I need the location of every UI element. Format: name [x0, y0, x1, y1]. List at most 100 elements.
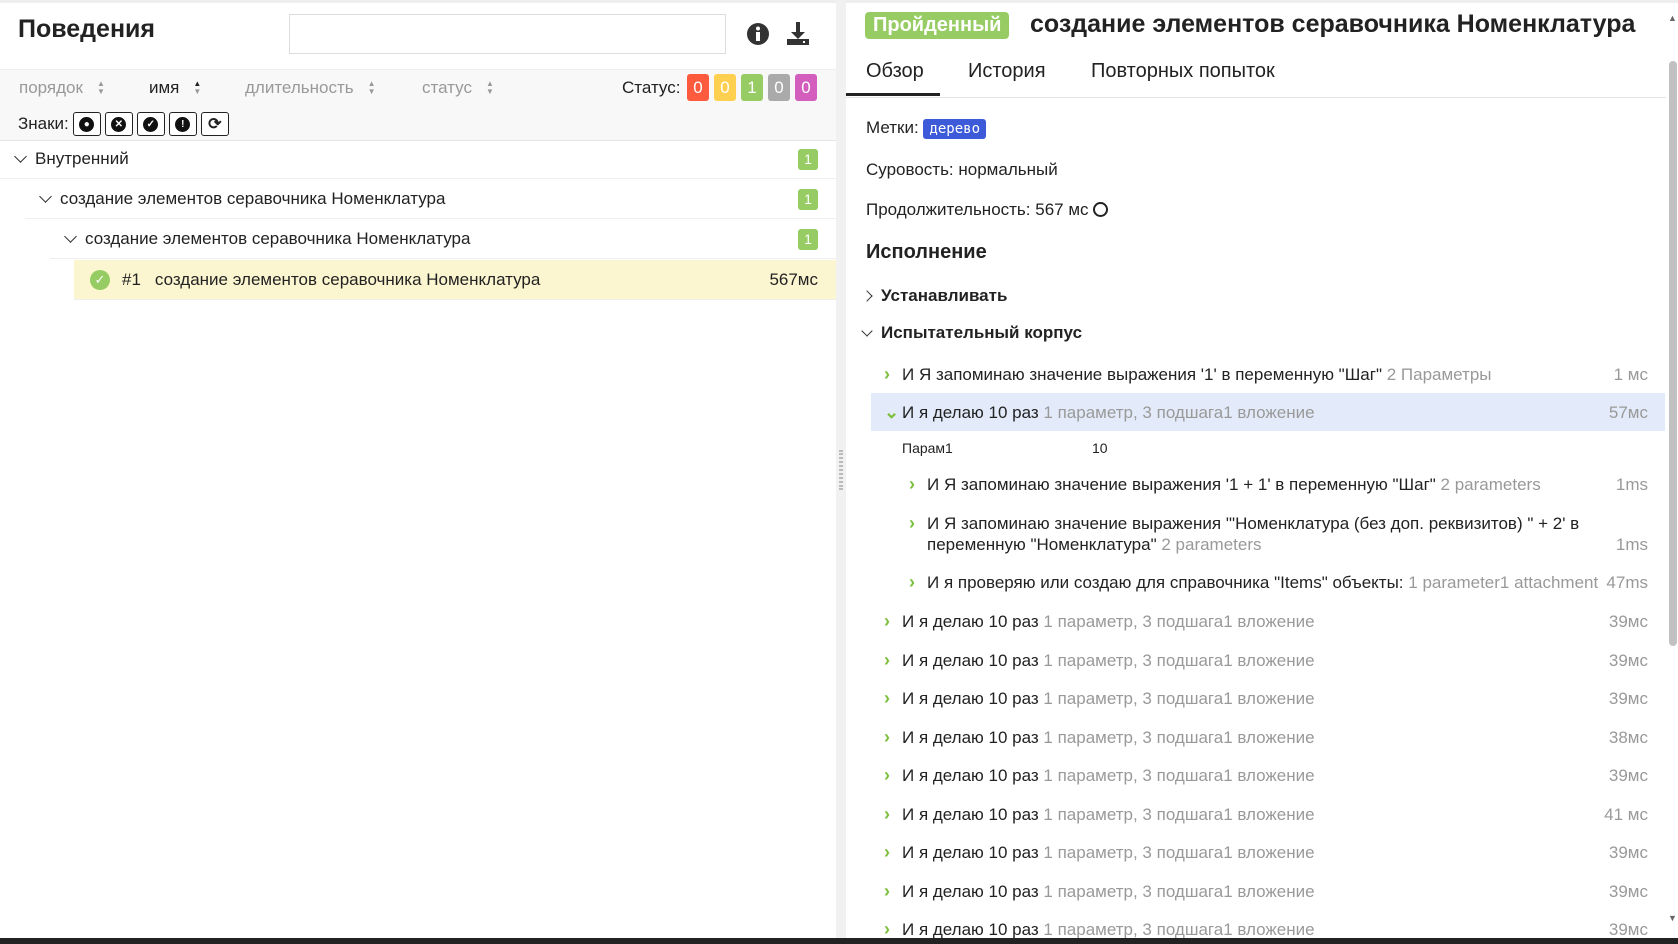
sort-name[interactable]: имя ▲ ▼ — [149, 78, 201, 98]
status-passed[interactable]: 1 — [741, 74, 763, 101]
step-name: И я проверяю или создаю для справочника … — [927, 573, 1404, 592]
step-duration: 1ms — [1615, 475, 1648, 494]
status-failed[interactable]: 0 — [687, 74, 709, 101]
sort-icon: ▲ ▼ — [193, 79, 202, 96]
sort-icon: ▲ ▼ — [485, 79, 494, 96]
chevron-down-icon — [39, 190, 52, 203]
marks-filter: Знаки: ● ✕ ✓ ! ⟳ — [18, 112, 229, 136]
section-label: Устанавливать — [881, 286, 1008, 305]
setup-section[interactable]: Устанавливать — [861, 286, 1008, 306]
sort-status[interactable]: статус ▲ ▼ — [422, 78, 494, 98]
sort-label: длительность — [245, 78, 354, 97]
step-duration: 39мс — [1608, 612, 1648, 631]
tree-group[interactable]: Внутренний 1 — [0, 139, 836, 179]
step-row-expanded[interactable]: ⌄ И я делаю 10 раз 1 параметр, 3 подшага1… — [884, 402, 1648, 423]
param-name: Парам1 — [902, 440, 953, 456]
step-row[interactable]: › И я делаю 10 раз 1 параметр, 3 подшага1… — [884, 919, 1648, 940]
substep-row[interactable]: › И Я запоминаю значение выражения '"Номе… — [909, 513, 1648, 555]
sort-order[interactable]: порядок ▲ ▼ — [19, 78, 105, 98]
info-icon[interactable] — [745, 21, 771, 47]
status-skipped[interactable]: 0 — [768, 74, 790, 101]
chevron-right-icon: › — [884, 726, 890, 747]
execution-heading: Исполнение — [866, 241, 987, 263]
step-name: И я делаю 10 раз — [902, 766, 1039, 785]
step-meta: 1 параметр, 3 подшага1 вложение — [1043, 727, 1315, 747]
check-mark-icon[interactable]: ✓ — [136, 112, 165, 136]
sort-icon: ▲ ▼ — [367, 79, 376, 96]
step-row[interactable]: › И я делаю 10 раз 1 параметр, 3 подшага1… — [884, 842, 1648, 863]
step-row[interactable]: › И я делаю 10 раз 1 параметр, 3 подшага1… — [884, 611, 1648, 632]
step-row[interactable]: › И я делаю 10 раз 1 параметр, 3 подшага1… — [884, 881, 1648, 902]
step-name: И я делаю 10 раз — [902, 881, 1039, 901]
step-meta: 1 параметр, 3 подшага1 вложение — [1043, 612, 1315, 631]
tree-group[interactable]: создание элементов серавочника Номенклат… — [25, 179, 836, 219]
chevron-right-icon — [861, 290, 873, 302]
tabs: Обзор История Повторных попыток — [846, 53, 1666, 98]
bomb-icon[interactable]: ● — [72, 112, 101, 136]
duration: Продолжительность: 567 мс — [866, 200, 1089, 219]
step-row[interactable]: › И я делаю 10 раз 1 параметр, 3 подшага1… — [884, 804, 1648, 825]
substep-row[interactable]: › И я проверяю или создаю для справочника… — [909, 572, 1648, 593]
step-duration: 39мс — [1608, 843, 1648, 862]
test-duration: 567мс — [769, 269, 818, 289]
panel-title: Поведения — [18, 15, 156, 43]
status-label: Статус: — [622, 78, 681, 97]
step-name: И я делаю 10 раз — [902, 727, 1039, 747]
chevron-right-icon: › — [884, 649, 890, 670]
test-number: #1 — [122, 269, 141, 289]
step-duration: 39мс — [1608, 650, 1648, 670]
step-meta: 2 Параметры — [1386, 365, 1492, 384]
tags-label: Метки: — [866, 118, 919, 137]
group-label: создание элементов серавочника Номенклат… — [60, 188, 446, 208]
pane-resizer[interactable] — [836, 0, 846, 940]
sort-icon: ▲ ▼ — [96, 79, 105, 96]
step-meta: 1 параметр, 3 подшага1 вложение — [1043, 881, 1315, 901]
sort-label: порядок — [19, 78, 83, 97]
count-badge: 1 — [798, 149, 818, 170]
step-row[interactable]: › И я делаю 10 раз 1 параметр, 3 подшага1… — [884, 688, 1648, 709]
chevron-right-icon: › — [884, 688, 890, 708]
step-row[interactable]: › И я делаю 10 раз 1 параметр, 3 подшага1… — [884, 765, 1648, 786]
test-title: создание элементов серавочника Номенклат… — [1030, 10, 1636, 38]
step-row[interactable]: › И Я запоминаю значение выражения '1' в … — [884, 364, 1648, 385]
tab-retries[interactable]: Повторных попыток — [1091, 60, 1275, 83]
step-name: И я делаю 10 раз — [902, 920, 1039, 939]
marks-label: Знаки: — [18, 114, 69, 133]
test-case-row[interactable]: ✓ #1 создание элементов серавочника Номенк… — [74, 260, 836, 300]
step-name: И Я запоминаю значение выражения '1 + 1'… — [927, 475, 1436, 494]
count-badge: 1 — [798, 189, 818, 210]
exclamation-icon[interactable]: ! — [168, 112, 197, 136]
chevron-down-icon — [64, 230, 77, 243]
test-body-section[interactable]: Испытательный корпус — [861, 323, 1082, 343]
chevron-right-icon: › — [909, 513, 915, 533]
tab-overview[interactable]: Обзор — [866, 60, 924, 83]
scrollbar[interactable]: ▲ ▼ — [1666, 3, 1678, 943]
status-unknown[interactable]: 0 — [795, 74, 817, 101]
step-name: И Я запоминаю значение выражения '1' в п… — [902, 365, 1382, 384]
refresh-icon[interactable]: ⟳ — [200, 112, 229, 136]
count-badge: 1 — [798, 229, 818, 250]
tag-badge: дерево — [923, 119, 986, 139]
sort-duration[interactable]: длительность ▲ ▼ — [245, 78, 376, 98]
tree-group[interactable]: создание элементов серавочника Номенклат… — [50, 219, 836, 259]
step-meta: 2 parameters — [1440, 475, 1541, 494]
step-duration: 57мс — [1608, 403, 1648, 422]
search-input[interactable] — [289, 14, 726, 54]
failed-mark-icon[interactable]: ✕ — [104, 112, 133, 136]
chevron-right-icon: › — [884, 842, 890, 862]
step-name: И я делаю 10 раз — [902, 689, 1039, 708]
substep-row[interactable]: › И Я запоминаю значение выражения '1 + 1… — [909, 474, 1648, 495]
tab-history[interactable]: История — [968, 60, 1046, 83]
group-label: Внутренний — [35, 148, 129, 168]
status-broken[interactable]: 0 — [714, 74, 736, 101]
chevron-down-icon — [861, 324, 873, 337]
download-icon[interactable] — [785, 21, 811, 47]
step-row[interactable]: › И я делаю 10 раз 1 параметр, 3 подшага1… — [884, 727, 1648, 748]
step-row[interactable]: › И я делаю 10 раз 1 параметр, 3 подшага1… — [884, 650, 1648, 671]
chevron-down-icon — [14, 150, 27, 163]
chevron-right-icon: › — [884, 880, 890, 901]
step-name: И я делаю 10 раз — [902, 804, 1039, 824]
step-name: И я делаю 10 раз — [902, 650, 1039, 670]
chevron-down-icon: ⌄ — [884, 402, 900, 422]
step-name: И я делаю 10 раз — [902, 612, 1039, 631]
